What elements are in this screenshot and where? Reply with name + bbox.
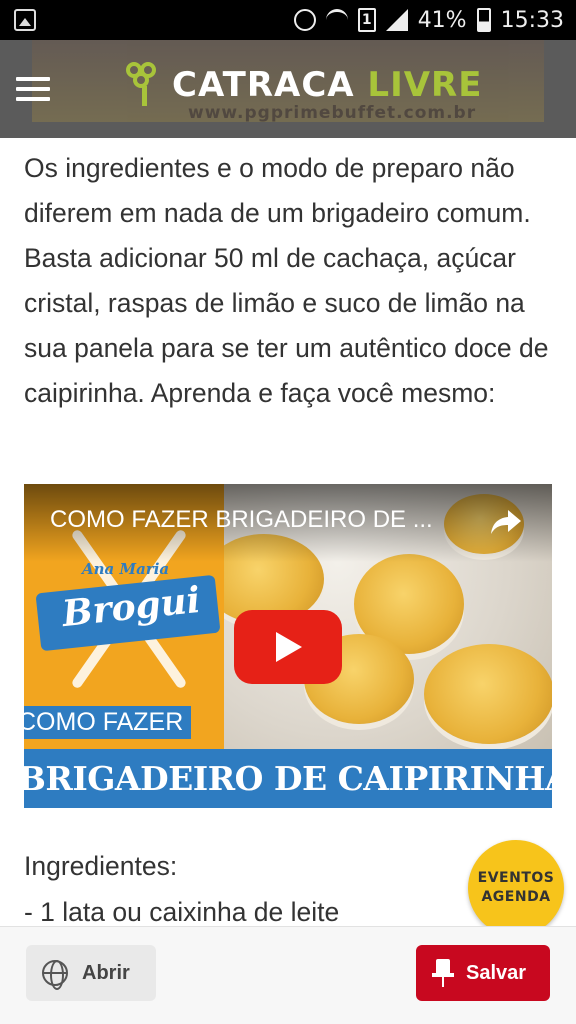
video-title[interactable]: COMO FAZER BRIGADEIRO DE ...: [50, 506, 433, 534]
open-button-label: Abrir: [82, 961, 130, 984]
logo-text: CATRACA LIVRE: [172, 65, 482, 105]
article-paragraph: Os ingredientes e o modo de preparo não …: [24, 153, 549, 408]
brand-top-text: Ana Maria: [82, 560, 170, 578]
save-button[interactable]: Salvar: [416, 945, 550, 1001]
site-logo[interactable]: CATRACA LIVRE: [126, 62, 482, 108]
play-button[interactable]: [234, 610, 342, 684]
agenda-label: AGENDA: [481, 889, 551, 905]
video-overlay-big: BRIGADEIRO DE CAIPIRINHA: [24, 759, 552, 798]
embedded-video[interactable]: Ana Maria Brogui COMO FAZER BRIGADEIRO D…: [24, 484, 552, 808]
status-bar: 1 41% 15:33: [0, 0, 576, 40]
turnstile-logo-icon: [126, 62, 164, 108]
signal-icon: [385, 9, 408, 31]
bottom-action-bar: Abrir Salvar: [0, 926, 576, 1024]
ingredient-item: - 1 lata ou caixinha de leite: [24, 897, 340, 922]
sim-icon: 1: [357, 8, 376, 32]
logo-word-livre: LIVRE: [367, 65, 483, 105]
logo-word-catraca: CATRACA: [172, 65, 355, 105]
globe-icon: [42, 960, 68, 990]
clock: 15:33: [500, 7, 564, 33]
eventos-agenda-button[interactable]: EVENTOS AGENDA: [468, 840, 564, 936]
battery-icon: [476, 8, 491, 32]
video-overlay-small: COMO FAZER: [24, 706, 192, 739]
share-icon[interactable]: [490, 508, 522, 536]
video-title-bar: COMO FAZER BRIGADEIRO DE ...: [24, 484, 552, 562]
alarm-icon: [293, 9, 316, 31]
pin-icon: [432, 959, 454, 987]
hamburger-menu-button[interactable]: [16, 77, 50, 101]
site-header: www.pgprimebuffet.com.br CATRACA LIVRE: [0, 40, 576, 138]
ingredients-heading: Ingredientes:: [24, 851, 178, 881]
status-icons: 1 41% 15:33: [293, 6, 564, 34]
wifi-icon: [325, 9, 348, 31]
open-button[interactable]: Abrir: [26, 945, 156, 1001]
battery-percent: 41%: [417, 7, 467, 33]
video-overlay-banner: BRIGADEIRO DE CAIPIRINHA: [24, 749, 552, 808]
save-button-label: Salvar: [466, 961, 527, 984]
gallery-icon: [14, 9, 36, 31]
eventos-label: EVENTOS: [477, 870, 555, 886]
